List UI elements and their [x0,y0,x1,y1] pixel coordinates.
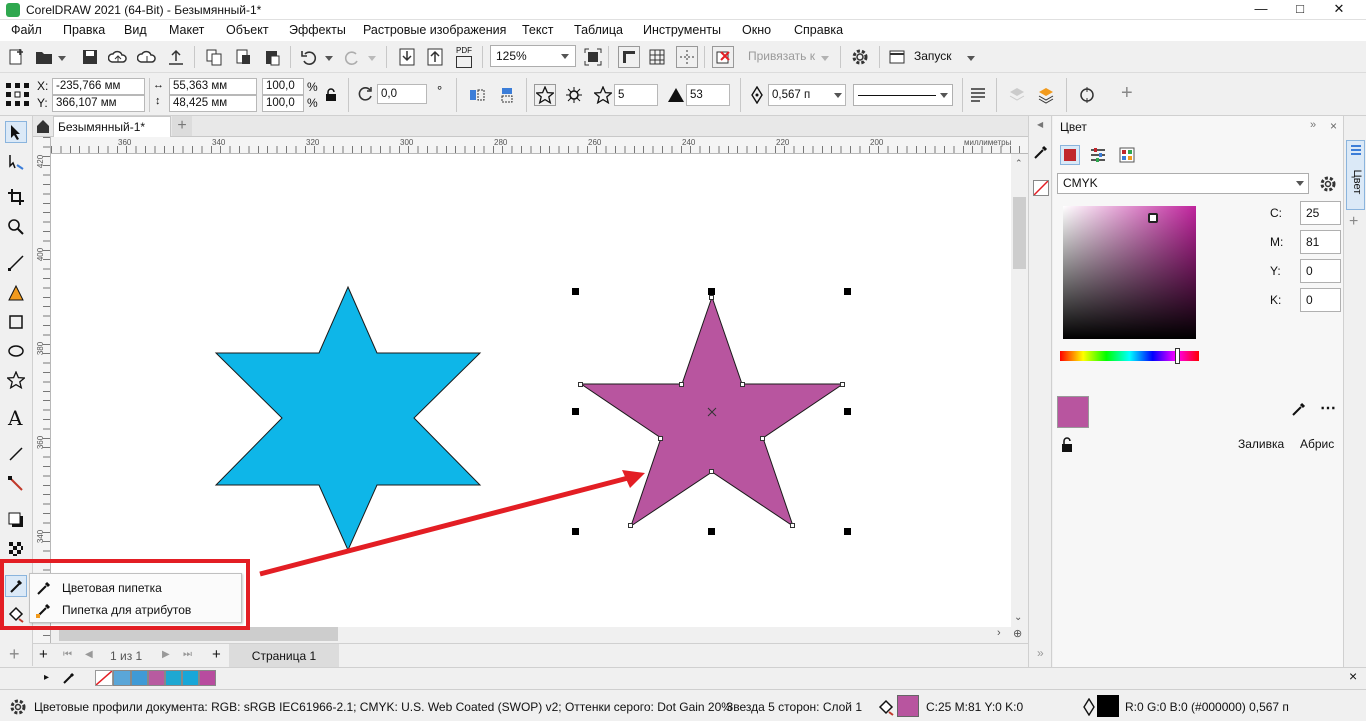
black-field[interactable]: 0 [1300,288,1341,312]
current-color-swatch[interactable] [1057,396,1089,428]
color-sliders-icon[interactable] [1090,147,1106,166]
selection-handle[interactable] [844,408,851,415]
color-docker-tab[interactable]: Цвет [1346,140,1365,210]
color-swatch[interactable] [165,670,182,686]
selection-handle[interactable] [572,288,579,295]
outline-pen-status-icon [1082,697,1096,719]
magenta-label: M: [1270,235,1284,249]
selected-object-info: Звезда 5 сторон: Слой 1 [726,700,863,714]
color-picker-area[interactable] [1063,206,1196,339]
vertical-scrollbar[interactable]: ⌃ ⌄ [1011,154,1028,643]
page-tab[interactable]: Страница 1 [229,644,339,667]
status-bar: Цветовые профили документа: RGB: sRGB IE… [0,689,1366,721]
star-node[interactable] [628,523,633,528]
scroll-up-icon[interactable]: ⌃ [1015,158,1023,169]
fill-bucket-icon [877,698,895,719]
selection-handle[interactable] [708,288,715,295]
selection-handle[interactable] [844,528,851,535]
cyan-label: C: [1270,206,1282,220]
star-node[interactable] [578,382,583,387]
hue-slider-handle[interactable] [1175,348,1180,364]
fill-button[interactable]: Заливка [1238,437,1284,451]
color-model-value: CMYK [1063,176,1098,190]
strip-expand-icon[interactable]: » [1037,646,1044,660]
strip-eyedropper-icon[interactable] [1033,144,1049,163]
six-point-star[interactable] [214,285,482,552]
first-page-button[interactable]: ⏮ [63,649,72,660]
annotation-arrow-line [259,475,629,577]
docker-title: Цвет [1060,120,1087,134]
star-node[interactable] [790,523,795,528]
last-page-button[interactable]: ⏭ [183,649,192,660]
color-swatch[interactable] [113,670,131,686]
color-picker-handle[interactable] [1148,213,1158,223]
scroll-down-icon[interactable]: ⌄ [1014,612,1022,623]
star-node[interactable] [740,382,745,387]
docker-options-gear-icon[interactable] [1319,175,1337,196]
document-palette: ▸ × [0,667,1366,689]
add-page-before-button[interactable]: + [39,646,48,663]
star-node[interactable] [840,382,845,387]
outline-color-swatch[interactable] [1097,695,1119,717]
add-page-after-button[interactable]: + [212,646,221,663]
color-palettes-icon[interactable] [1119,147,1135,166]
zoom-navigator-icon[interactable]: ⊕ [1013,627,1022,640]
scroll-right-icon[interactable]: › [997,627,1001,639]
highlight-box [0,559,250,630]
palette-eyedropper-icon[interactable] [62,671,76,688]
color-swatch[interactable] [148,670,165,686]
selection-handle[interactable] [708,528,715,535]
color-model-select[interactable]: CMYK [1057,173,1309,194]
star-node[interactable] [679,382,684,387]
color-docker: Цвет × » CMYK C: M: Y: K: 25 81 0 0 ⋯ За… [1053,116,1343,667]
next-page-button[interactable]: ▶ [162,649,170,660]
palette-close-icon[interactable]: × [1349,668,1357,684]
color-swatch[interactable] [182,670,199,686]
palette-menu-icon[interactable]: ▸ [44,672,49,683]
star-node[interactable] [709,469,714,474]
color-swatch[interactable] [199,670,216,686]
strip-arrow-icon[interactable]: ◀ [1037,120,1043,129]
yellow-field[interactable]: 0 [1300,259,1341,283]
outline-button[interactable]: Абрис [1300,437,1334,451]
yellow-label: Y: [1270,264,1281,278]
docker-toolstrip: ◀ » [1028,116,1052,667]
selection-handle[interactable] [572,528,579,535]
black-label: K: [1270,293,1282,307]
color-viewers-tab[interactable] [1060,145,1080,165]
star-node[interactable] [709,295,714,300]
more-options-icon[interactable]: ⋯ [1320,398,1336,418]
star-node[interactable] [760,436,765,441]
no-color-swatch[interactable] [95,670,113,686]
selection-handle[interactable] [572,408,579,415]
fill-color-swatch[interactable] [897,695,919,717]
magenta-field[interactable]: 81 [1300,230,1341,254]
star-node[interactable] [658,436,663,441]
docker-collapse-icon[interactable]: » [1310,119,1316,131]
cyan-field[interactable]: 25 [1300,201,1341,225]
docker-tabs-strip: Цвет + [1343,116,1366,667]
fill-color-value: C:25 M:81 Y:0 K:0 [926,700,1024,714]
color-profiles-text[interactable]: Цветовые профили документа: RGB: sRGB IE… [34,700,732,714]
add-docker-icon[interactable]: + [1349,213,1358,231]
outline-color-value: R:0 G:0 B:0 (#000000) 0,567 п [1125,700,1289,714]
settings-gear-icon[interactable] [9,698,27,719]
docker-close-icon[interactable]: × [1330,119,1337,133]
color-docker-tab-icon [1350,144,1362,159]
color-docker-tab-label: Цвет [1351,169,1363,195]
prev-page-button[interactable]: ◀ [85,649,93,660]
strip-no-color-icon[interactable] [1033,180,1049,196]
page-count-label: 1 из 1 [110,649,143,663]
docker-eyedropper-icon[interactable] [1291,401,1307,420]
color-swatch[interactable] [131,670,148,686]
vertical-scroll-thumb[interactable] [1013,197,1026,269]
unlock-icon[interactable] [1060,437,1074,456]
selection-handle[interactable] [844,288,851,295]
page-navigator: + ⏮ ◀ 1 из 1 ▶ ⏭ + Страница 1 [33,643,1028,667]
page-tab-label: Страница 1 [251,649,317,663]
